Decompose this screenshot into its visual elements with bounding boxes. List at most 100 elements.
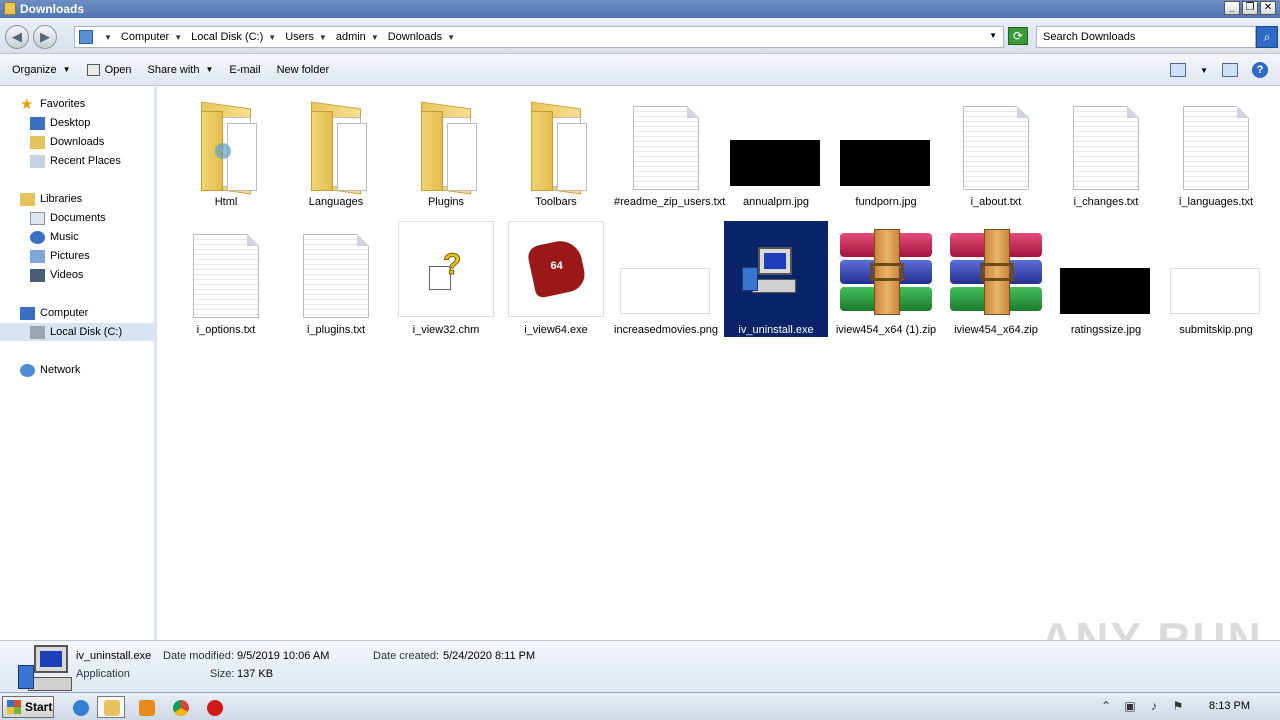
file-item[interactable]: Languages (284, 93, 388, 209)
window-title: Downloads (20, 2, 85, 16)
file-item[interactable]: i_languages.txt (1164, 93, 1268, 209)
command-bar: Organize ▼ Open Share with ▼ E-mail New fo… (0, 54, 1280, 86)
sidebar-item-music[interactable]: Music (30, 228, 79, 246)
file-item[interactable]: iview454_x64 (1).zip (834, 221, 938, 337)
detail-size-value: 137 KB (237, 668, 274, 680)
file-item[interactable]: ratingssize.jpg (1054, 221, 1158, 337)
file-item[interactable]: Plugins (394, 93, 498, 209)
recent-places-icon (30, 154, 45, 168)
file-item[interactable]: i_options.txt (174, 221, 278, 337)
open-button[interactable]: Open (86, 63, 131, 76)
sidebar-item-network[interactable]: Network (20, 361, 80, 379)
view-options-icon[interactable] (1170, 63, 1187, 77)
file-item[interactable]: i_plugins.txt (284, 221, 388, 337)
back-button[interactable]: ◀ (5, 25, 29, 49)
help-file-icon: ? (398, 221, 494, 317)
file-item-selected[interactable]: iv_uninstall.exe (723, 220, 829, 338)
minimize-button[interactable]: _ (1224, 1, 1240, 15)
breadcrumb[interactable]: ▼ Computer ▼ Local Disk (C:) ▼ Users ▼ admi… (74, 26, 1004, 48)
chrome-icon (173, 700, 189, 716)
downloads-folder-icon (30, 135, 45, 149)
maximize-button[interactable]: ❐ (1242, 1, 1258, 15)
sidebar-item-libraries[interactable]: Libraries (20, 190, 82, 208)
show-hidden-icons-icon[interactable]: ⌃ (1099, 699, 1113, 713)
breadcrumb-users[interactable]: Users ▼ (285, 31, 332, 43)
email-button[interactable]: E-mail (229, 64, 260, 76)
file-item[interactable]: submitskip.png (1164, 221, 1268, 337)
file-name: iview454_x64.zip (954, 324, 1038, 336)
clock[interactable]: 8:13 PM (1209, 700, 1250, 712)
sidebar-item-downloads[interactable]: Downloads (30, 133, 104, 151)
taskbar-explorer[interactable] (97, 696, 125, 718)
sidebar-item-documents[interactable]: Documents (30, 209, 106, 227)
text-file-icon (193, 234, 259, 318)
installer-icon (18, 645, 72, 691)
taskbar-stop-app[interactable] (200, 696, 228, 718)
help-icon[interactable]: ? (1252, 62, 1268, 78)
file-item[interactable]: 64 i_view64.exe (504, 221, 608, 337)
network-tray-icon[interactable]: ▣ (1123, 699, 1137, 713)
breadcrumb-downloads[interactable]: Downloads ▼ (388, 31, 460, 43)
address-history-dropdown[interactable]: ▼ (989, 31, 997, 40)
detail-created-value: 5/24/2020 8:11 PM (443, 650, 536, 662)
breadcrumb-computer[interactable]: Computer ▼ (121, 31, 187, 43)
sidebar-item-recent-places[interactable]: Recent Places (30, 152, 121, 170)
sidebar-item-pictures[interactable]: Pictures (30, 247, 90, 265)
sidebar-item-videos[interactable]: Videos (30, 266, 83, 284)
installer-icon (742, 247, 802, 297)
file-item[interactable]: increasedmovies.png (614, 221, 718, 337)
new-folder-button[interactable]: New folder (277, 64, 330, 76)
detail-created-label: Date created: (373, 650, 440, 662)
forward-button[interactable]: ▶ (33, 25, 57, 49)
share-with-button[interactable]: Share with ▼ (147, 64, 213, 76)
file-name: annualpm.jpg (742, 196, 810, 208)
file-item[interactable]: Toolbars (504, 93, 608, 209)
start-button[interactable]: Start (2, 696, 54, 718)
file-name: increasedmovies.png (614, 324, 718, 336)
sidebar-item-local-disk[interactable]: Local Disk (C:) (0, 323, 157, 341)
detail-file-name: iv_uninstall.exe (76, 650, 152, 662)
sidebar-item-favorites[interactable]: ★ Favorites (20, 95, 85, 113)
taskbar-chrome[interactable] (166, 696, 194, 718)
breadcrumb-local-disk[interactable]: Local Disk (C:) ▼ (191, 31, 281, 43)
file-item[interactable]: annualpm.jpg (724, 93, 828, 209)
red-stop-icon (207, 700, 223, 716)
action-center-flag-icon[interactable]: ⚑ (1171, 699, 1185, 713)
file-name: fundporn.jpg (855, 196, 917, 208)
refresh-button[interactable]: ⟳ (1008, 27, 1028, 45)
preview-pane-icon[interactable] (1222, 63, 1238, 77)
file-item[interactable]: iview454_x64.zip (944, 221, 1048, 337)
libraries-icon (20, 192, 35, 206)
search-icon[interactable]: ⌕ (1256, 26, 1278, 48)
media-player-icon (139, 700, 155, 716)
file-item[interactable]: #readme_zip_users.txt (614, 93, 725, 209)
image-thumbnail (620, 268, 710, 314)
file-name: Languages (308, 196, 364, 208)
star-icon: ★ (20, 95, 34, 113)
file-item[interactable]: fundporn.jpg (834, 93, 938, 209)
file-item[interactable]: i_about.txt (944, 93, 1048, 209)
taskbar-media-player[interactable] (132, 696, 160, 718)
volume-icon[interactable]: ♪ (1147, 699, 1161, 713)
disk-icon (30, 325, 45, 339)
file-name: iview454_x64 (1).zip (835, 324, 937, 336)
sidebar-item-desktop[interactable]: Desktop (30, 114, 90, 132)
explorer-folder-icon (104, 700, 120, 716)
sidebar-item-computer[interactable]: Computer (20, 304, 88, 322)
system-tray: ⌃ ▣ ♪ ⚑ 8:13 PM (1099, 699, 1270, 713)
breadcrumb-admin[interactable]: admin ▼ (336, 31, 384, 43)
detail-size-label: Size: (210, 668, 235, 680)
file-name: submitskip.png (1179, 324, 1253, 336)
desktop-icon (30, 116, 45, 130)
file-item[interactable]: i_changes.txt (1054, 93, 1158, 209)
file-item[interactable]: ? i_view32.chm (394, 221, 498, 337)
close-button[interactable]: ✕ (1260, 1, 1276, 15)
file-item[interactable]: Html (174, 93, 278, 209)
taskbar-internet-explorer[interactable] (66, 696, 94, 718)
search-input[interactable]: Search Downloads (1036, 26, 1256, 48)
breadcrumb-root-arrow[interactable]: ▼ (99, 33, 117, 42)
organize-button[interactable]: Organize ▼ (12, 64, 71, 76)
text-file-icon (633, 106, 699, 190)
view-dropdown-icon[interactable]: ▼ (1200, 66, 1208, 75)
file-name: Plugins (427, 196, 465, 208)
